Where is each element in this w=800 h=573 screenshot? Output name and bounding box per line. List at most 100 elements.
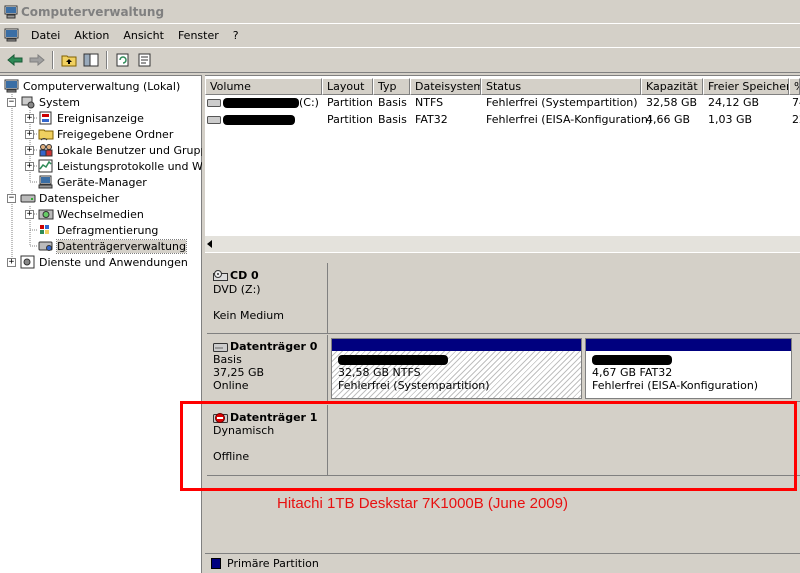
tree-item-ereignisanzeige[interactable]: + Ereignisanzeige (25, 110, 144, 126)
redaction (223, 98, 299, 108)
partition-info: 4,67 GB FAT32 (592, 366, 673, 379)
collapse-toggle[interactable]: − (7, 193, 16, 203)
users-groups-icon (39, 144, 53, 157)
tree-item-dienste[interactable]: + Dienste und Anwendungen (7, 254, 188, 270)
menu-aktion[interactable]: Aktion (67, 29, 116, 42)
show-hide-tree-icon (83, 53, 99, 67)
tree-item-datentraegerverwaltung[interactable]: Datenträgerverwaltung (38, 238, 187, 254)
capacity-cell: 32,58 GB (646, 96, 698, 109)
percent-cell: 22 (792, 113, 800, 126)
col-header-volume[interactable]: Volume (205, 78, 322, 95)
col-header-percent[interactable]: % (789, 78, 800, 95)
tree-label: System (39, 95, 81, 109)
tree-label: Dienste und Anwendungen (39, 255, 188, 269)
device-manager-icon (38, 175, 53, 189)
legend-bar: Primäre Partition (205, 553, 800, 573)
col-header-layout[interactable]: Layout (322, 78, 373, 95)
tree-label: Freigegebene Ordner (57, 127, 174, 141)
properties-button[interactable] (134, 50, 156, 70)
disk-area-cd0[interactable] (329, 263, 800, 333)
tree-item-datenspeicher[interactable]: − Datenspeicher (7, 190, 119, 206)
scroll-left-icon[interactable] (207, 240, 212, 248)
volume-list: Volume Layout Typ Dateisystem Status Kap… (205, 75, 800, 253)
tree-item-system[interactable]: − System (7, 94, 80, 110)
col-header-dateisystem[interactable]: Dateisystem (410, 78, 481, 95)
hard-disk-icon (213, 342, 228, 352)
tree-item-lokale-benutzer[interactable]: + Lokale Benutzer und Gruppen (25, 142, 221, 158)
defragmenter-icon (40, 225, 49, 234)
menu-fenster[interactable]: Fenster (171, 29, 226, 42)
expand-toggle[interactable]: + (25, 209, 34, 219)
disk-name: CD 0 (230, 269, 259, 282)
redaction (592, 355, 672, 365)
typ-cell: Basis (378, 113, 407, 126)
collapse-toggle[interactable]: − (7, 97, 16, 107)
capacity-cell: 4,66 GB (646, 113, 691, 126)
col-header-status[interactable]: Status (481, 78, 641, 95)
legend-swatch-primary-partition (211, 558, 221, 569)
disk-label-cd0[interactable]: CD 0 DVD (Z:) Kein Medium (207, 263, 328, 333)
tree-item-defragmentierung[interactable]: Defragmentierung (38, 222, 158, 238)
free-space-cell: 24,12 GB (708, 96, 760, 109)
forward-button[interactable] (26, 50, 48, 70)
partition-info: 32,58 GB NTFS (338, 366, 421, 379)
expand-toggle[interactable]: + (25, 113, 34, 123)
status-cell: Fehlerfrei (Systempartition) (486, 96, 638, 109)
menu-bar: Datei Aktion Ansicht Fenster ? (0, 24, 800, 46)
tree-label: Ereignisanzeige (57, 111, 144, 125)
show-hide-tree-button[interactable] (80, 50, 102, 70)
status-cell: Fehlerfrei (EISA-Konfiguration) (486, 113, 653, 126)
partition-status: Fehlerfrei (Systempartition) (338, 379, 490, 392)
disk-type: DVD (Z:) (213, 283, 261, 296)
redaction (223, 115, 295, 125)
disk-type: Basis (213, 353, 242, 366)
tree-label: Computerverwaltung (Lokal) (23, 79, 181, 93)
services-applications-icon (20, 255, 35, 269)
menu-datei[interactable]: Datei (24, 29, 67, 42)
expand-toggle[interactable]: + (25, 129, 34, 139)
free-space-cell: 1,03 GB (708, 113, 753, 126)
partition-type-bar (332, 339, 581, 351)
tree-item-freigegebene-ordner[interactable]: + Freigegebene Ordner (25, 126, 173, 142)
tree-item-wechselmedien[interactable]: + Wechselmedien (25, 206, 144, 222)
fs-cell: NTFS (415, 96, 444, 109)
partition-system[interactable]: 32,58 GB NTFS Fehlerfrei (Systempartitio… (331, 338, 582, 399)
tree-label: Defragmentierung (57, 223, 159, 237)
back-button[interactable] (4, 50, 26, 70)
layout-cell: Partition (327, 113, 373, 126)
expand-toggle[interactable]: + (25, 161, 34, 171)
horizontal-scrollbar[interactable] (205, 236, 800, 252)
partition-status: Fehlerfrei (EISA-Konfiguration) (592, 379, 759, 392)
expand-toggle[interactable]: + (7, 257, 16, 267)
col-header-freier-speicher[interactable]: Freier Speicher (703, 78, 789, 95)
redaction (338, 355, 448, 365)
computer-management-icon (4, 5, 18, 18)
disk-state: Online (213, 379, 249, 392)
expand-toggle[interactable]: + (25, 145, 34, 155)
menu-help[interactable]: ? (226, 29, 246, 42)
menu-ansicht[interactable]: Ansicht (116, 29, 171, 42)
disk-media-status: Kein Medium (213, 309, 284, 322)
window-title: Computerverwaltung (21, 4, 165, 19)
forward-arrow-icon (29, 54, 45, 66)
typ-cell: Basis (378, 96, 407, 109)
tree-label: Wechselmedien (57, 207, 144, 221)
back-arrow-icon (7, 54, 23, 66)
up-button[interactable] (58, 50, 80, 70)
toolbar (0, 47, 800, 73)
tree-item-root[interactable]: Computerverwaltung (Lokal) (4, 78, 180, 94)
refresh-button[interactable] (112, 50, 134, 70)
partition-eisa[interactable]: 4,67 GB FAT32 Fehlerfrei (EISA-Konfigura… (585, 338, 792, 399)
console-icon[interactable] (4, 28, 20, 42)
tree-item-geraete-manager[interactable]: Geräte-Manager (38, 174, 147, 190)
col-header-typ[interactable]: Typ (373, 78, 410, 95)
cdrom-icon (213, 269, 228, 281)
col-header-kapazitaet[interactable]: Kapazität (641, 78, 703, 95)
annotation-box (180, 401, 797, 491)
title-bar: Computerverwaltung (0, 0, 800, 24)
properties-icon (138, 53, 151, 67)
disk-label-d0[interactable]: Datenträger 0 Basis 37,25 GB Online (207, 335, 328, 401)
volume-icon (207, 99, 221, 107)
volume-name: (C:) (299, 96, 319, 109)
tree-label: Datenspeicher (39, 191, 120, 205)
